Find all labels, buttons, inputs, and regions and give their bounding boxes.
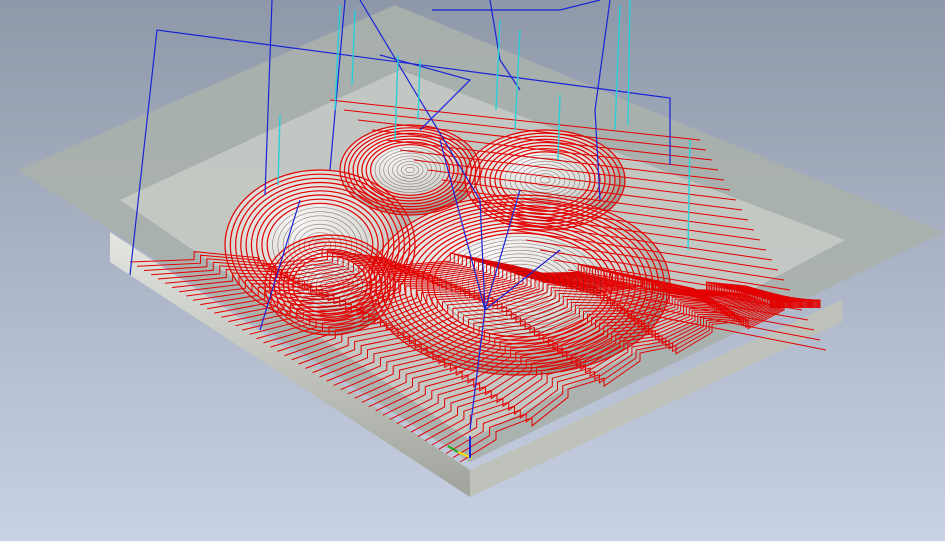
toolpath-scene[interactable]	[0, 0, 945, 541]
3d-viewport[interactable]	[0, 0, 945, 541]
